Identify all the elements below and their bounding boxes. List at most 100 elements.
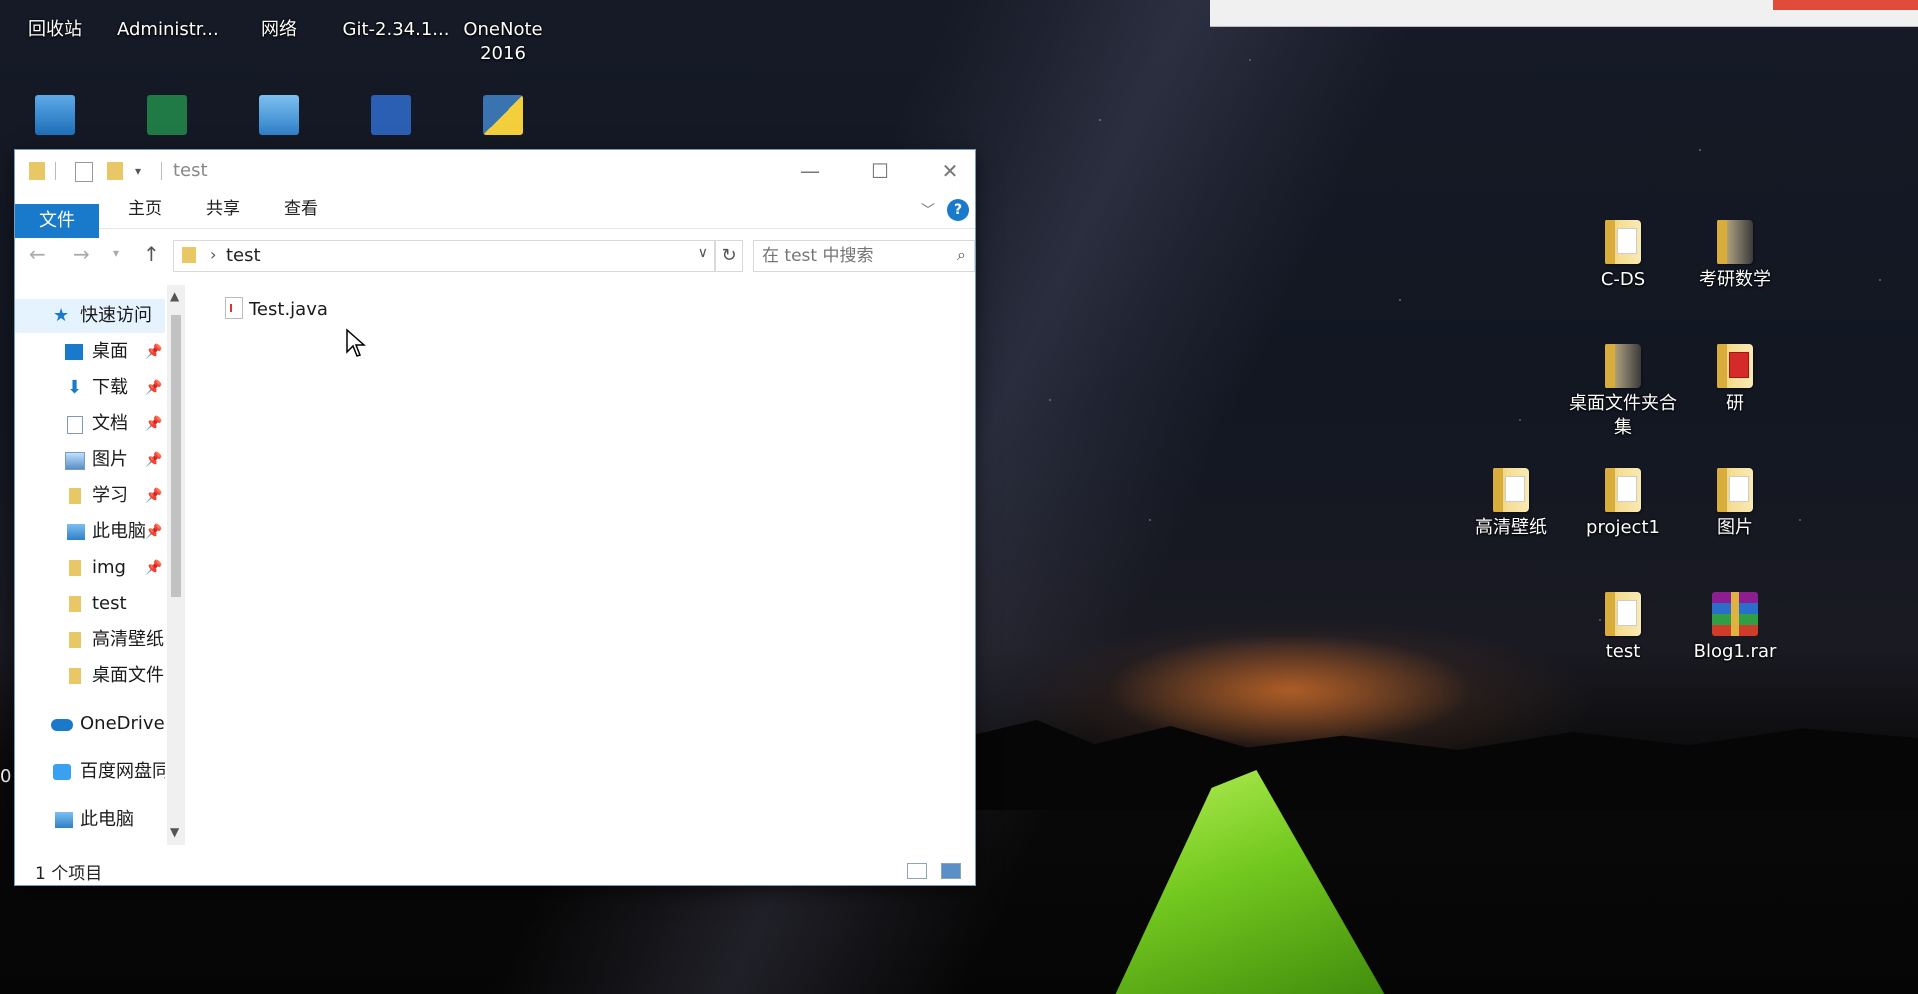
desktop-icon-network[interactable]: 网络 — [229, 0, 329, 42]
desktop-icon-kaoyan-math[interactable]: 考研数学 — [1685, 220, 1785, 292]
sidebar-item-this-pc-pinned[interactable]: 此电脑 📌 — [15, 515, 165, 549]
address-dropdown-icon[interactable]: ∨ — [698, 245, 708, 261]
winrar-icon — [1712, 592, 1758, 636]
forward-arrow-icon[interactable]: → — [73, 242, 90, 266]
python-icon — [483, 95, 523, 135]
sidebar-item-onedrive[interactable]: OneDrive — [15, 707, 165, 741]
divider — [55, 162, 56, 180]
sidebar-item-study[interactable]: 学习 📌 — [15, 479, 165, 513]
pin-icon[interactable]: 📌 — [145, 479, 162, 513]
tab-share[interactable]: 共享 — [193, 192, 253, 226]
sidebar-item-img[interactable]: img 📌 — [15, 551, 165, 585]
sidebar-item-baidu-netdisk[interactable]: 百度网盘同 — [15, 755, 165, 789]
desktop-icon-label: 研 — [1726, 393, 1744, 414]
divider — [161, 162, 162, 180]
scrollbar-thumb[interactable] — [171, 315, 181, 597]
wallpaper-hills — [960, 720, 1918, 810]
sidebar-item-quick-access[interactable]: ★ 快速访问 — [15, 299, 165, 333]
up-arrow-icon[interactable]: ↑ — [143, 242, 160, 266]
customize-quick-access-icon[interactable]: ▾ — [135, 162, 151, 180]
desktop-icon-administrator[interactable]: Administr... — [117, 0, 219, 42]
folder-icon — [1717, 468, 1753, 512]
desktop-icon-blog1-rar[interactable]: Blog1.rar — [1685, 592, 1785, 664]
maximize-button[interactable]: ☐ — [845, 150, 915, 192]
sidebar-item-label: img — [92, 557, 126, 578]
sidebar-item-documents[interactable]: 文档 📌 — [15, 407, 165, 441]
desktop-icon-label: 回收站 — [28, 19, 82, 40]
ribbon: 文件 主页 共享 查看 ﹀ ? — [15, 192, 975, 238]
back-arrow-icon[interactable]: ← — [29, 242, 46, 266]
desktop-icon-this-pc[interactable] — [5, 95, 105, 139]
window-title: test — [173, 160, 208, 181]
desktop-icon-yan[interactable]: 研 — [1685, 344, 1785, 416]
refresh-icon[interactable]: ↻ — [715, 240, 743, 272]
expand-ribbon-chevron-icon[interactable]: ﹀ — [921, 200, 935, 220]
desktop-icon-test[interactable]: test — [1573, 592, 1673, 664]
tab-home[interactable]: 主页 — [115, 192, 175, 226]
desktop-icon-recycle-bin[interactable]: 回收站 — [5, 0, 105, 42]
pin-icon[interactable]: 📌 — [145, 551, 162, 585]
star-icon: ★ — [53, 305, 70, 326]
tab-view[interactable]: 查看 — [271, 192, 331, 226]
search-box[interactable]: ⌕ — [753, 240, 975, 272]
desktop-icon-word[interactable] — [341, 95, 441, 139]
desktop-icon-label: test — [1605, 641, 1641, 662]
breadcrumb-current[interactable]: test — [226, 245, 261, 266]
desktop-icon-python[interactable] — [453, 95, 553, 139]
download-icon: ⬇ — [67, 377, 83, 398]
sidebar-item-label: 文档 — [92, 413, 128, 434]
navigation-scrollbar[interactable]: ▲ ▼ — [167, 285, 185, 845]
pin-icon[interactable]: 📌 — [145, 371, 162, 405]
scroll-down-icon[interactable]: ▼ — [170, 825, 179, 839]
desktop-icon-git[interactable]: Git-2.34.1... — [341, 0, 451, 42]
desktop-icon-c-ds[interactable]: C-DS — [1573, 220, 1673, 292]
address-bar[interactable]: › test ∨ — [173, 240, 715, 272]
pin-icon[interactable]: 📌 — [145, 407, 162, 441]
title-bar[interactable]: ▾ test — ☐ ✕ — [15, 150, 975, 192]
recent-locations-chevron-icon[interactable]: ▾ — [113, 246, 119, 260]
breadcrumb-chevron-icon[interactable]: › — [210, 245, 216, 264]
pin-icon[interactable]: 📌 — [145, 443, 162, 477]
sidebar-item-test[interactable]: test — [15, 587, 165, 621]
top-toolbar-red-button[interactable] — [1773, 0, 1918, 10]
sidebar-item-hd-wallpaper[interactable]: 高清壁纸 — [15, 623, 165, 657]
desktop-icon-hd-wallpaper[interactable]: 高清壁纸 — [1461, 468, 1561, 540]
file-name: Test.java — [249, 299, 328, 320]
folder-icon — [1717, 220, 1753, 264]
explorer-window[interactable]: ▾ test — ☐ ✕ 文件 主页 共享 查看 ﹀ ? ← → ▾ ↑ › t… — [15, 150, 975, 885]
desktop-icon-pictures[interactable]: 图片 — [1685, 468, 1785, 540]
sidebar-item-pictures[interactable]: 图片 📌 — [15, 443, 165, 477]
sidebar-item-label: 下载 — [92, 377, 128, 398]
cloud-icon — [51, 719, 73, 731]
help-icon[interactable]: ? — [947, 199, 969, 221]
properties-icon[interactable] — [75, 162, 93, 182]
desktop-icon-project1[interactable]: project1 — [1573, 468, 1673, 540]
large-icons-view-icon[interactable] — [941, 863, 961, 879]
sidebar-item-label: 桌面 — [92, 341, 128, 362]
sidebar-item-desktop-files[interactable]: 桌面文件 — [15, 659, 165, 693]
folder-icon — [69, 596, 81, 612]
desktop-icon-onenote[interactable]: OneNote 2016 — [453, 0, 553, 66]
folder-icon — [1605, 468, 1641, 512]
document-icon — [67, 416, 83, 434]
file-item[interactable]: Test.java — [225, 297, 328, 320]
pin-icon[interactable]: 📌 — [145, 335, 162, 369]
sidebar-item-this-pc[interactable]: 此电脑 — [15, 803, 165, 837]
desktop-icon-desktop-collection[interactable]: 桌面文件夹合集 — [1563, 344, 1683, 440]
search-icon[interactable]: ⌕ — [957, 245, 966, 265]
scroll-up-icon[interactable]: ▲ — [170, 289, 179, 303]
search-input[interactable] — [754, 241, 944, 271]
file-list[interactable]: Test.java — [195, 285, 975, 840]
git-installer-icon — [374, 0, 418, 14]
pin-icon[interactable]: 📌 — [145, 515, 162, 549]
sidebar-item-desktop[interactable]: 桌面 📌 — [15, 335, 165, 369]
close-button[interactable]: ✕ — [915, 150, 985, 192]
details-view-icon[interactable] — [907, 863, 927, 879]
new-folder-icon[interactable] — [107, 162, 123, 180]
sidebar-item-label: 桌面文件 — [92, 665, 164, 686]
desktop-icon-control-panel[interactable] — [229, 95, 329, 139]
minimize-button[interactable]: — — [775, 150, 845, 192]
desktop-icon-excel[interactable] — [117, 95, 217, 139]
top-toolbar-strip — [1210, 0, 1918, 27]
sidebar-item-downloads[interactable]: ⬇ 下载 📌 — [15, 371, 165, 405]
